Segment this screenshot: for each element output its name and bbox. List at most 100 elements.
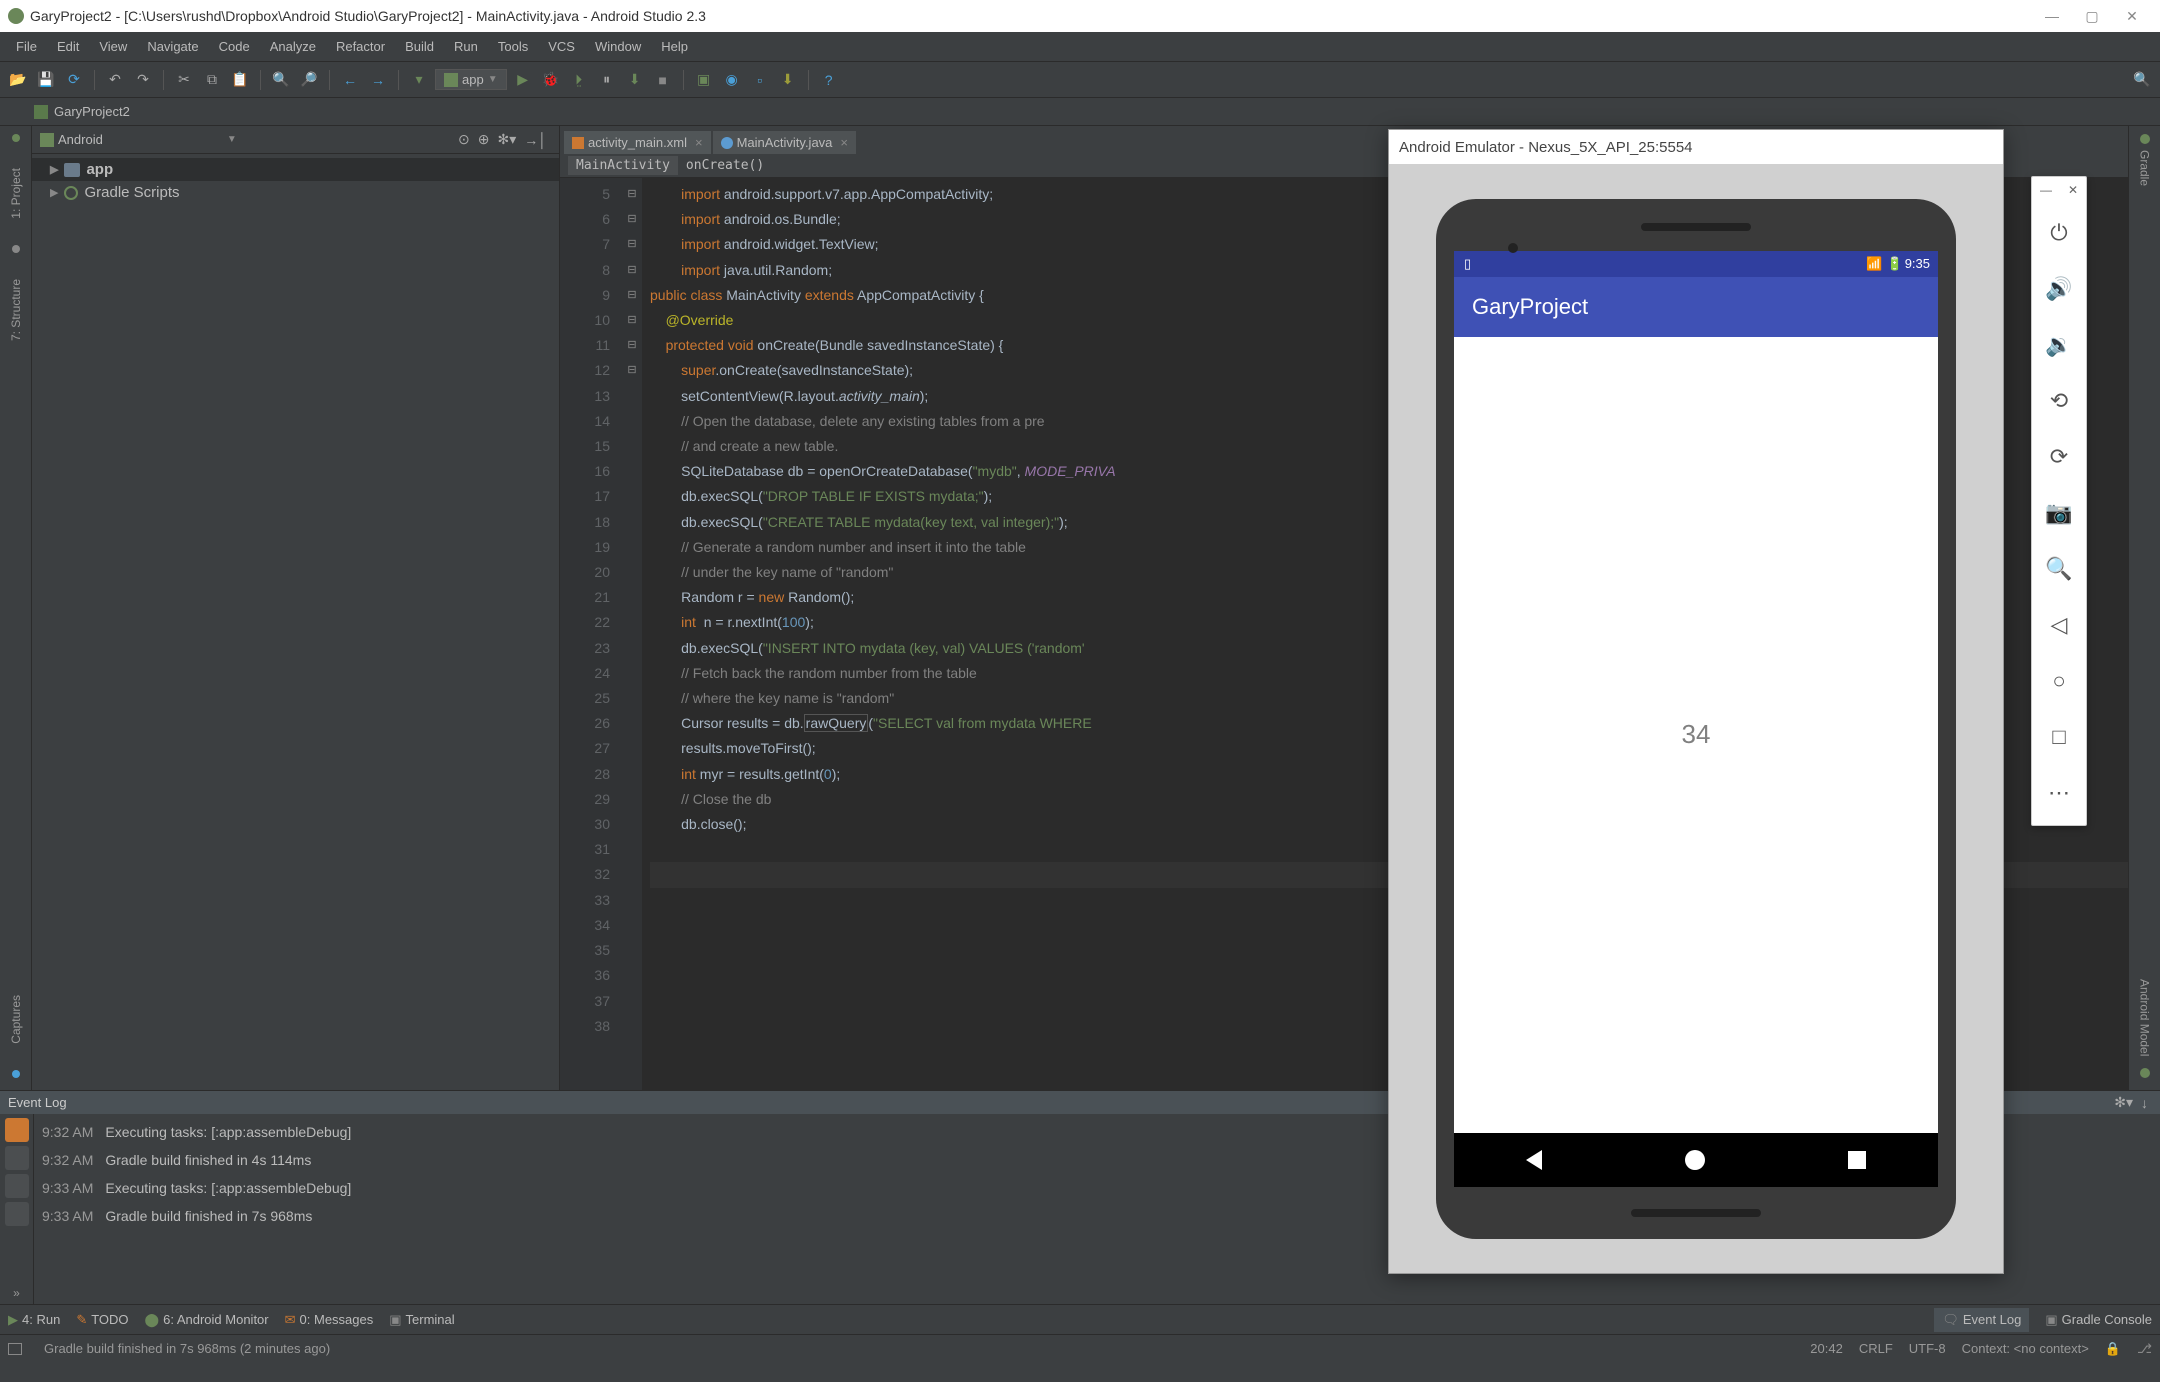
menu-navigate[interactable]: Navigate bbox=[137, 39, 208, 54]
tool-messages[interactable]: ✉0: Messages bbox=[285, 1312, 374, 1328]
crumb-method[interactable]: onCreate() bbox=[678, 156, 772, 175]
copy-icon[interactable]: ⧉ bbox=[200, 68, 224, 92]
hide-icon[interactable]: →│ bbox=[524, 132, 547, 148]
stop-icon[interactable]: ■ bbox=[651, 68, 675, 92]
undo-icon[interactable]: ↶ bbox=[103, 68, 127, 92]
menu-view[interactable]: View bbox=[89, 39, 137, 54]
deploy-icon[interactable]: ⬇ bbox=[623, 68, 647, 92]
search-icon[interactable]: 🔍 bbox=[2130, 68, 2154, 92]
tool-icon[interactable] bbox=[5, 1202, 29, 1226]
expand-icon[interactable]: ▶ bbox=[50, 163, 58, 176]
project-tree[interactable]: ▶ app ▶ Gradle Scripts bbox=[32, 154, 559, 1090]
tree-item-app[interactable]: ▶ app bbox=[32, 158, 559, 181]
nav-home-icon[interactable] bbox=[1685, 1150, 1705, 1170]
menu-refactor[interactable]: Refactor bbox=[326, 39, 395, 54]
make-icon[interactable]: ▾ bbox=[407, 68, 431, 92]
crumb-class[interactable]: MainActivity bbox=[568, 156, 678, 175]
close-button[interactable]: ✕ bbox=[2112, 8, 2152, 25]
close-tab-icon[interactable]: × bbox=[840, 135, 848, 150]
tool-android-monitor[interactable]: ⬤6: Android Monitor bbox=[145, 1312, 269, 1328]
tree-item-label: Gradle Scripts bbox=[84, 184, 179, 201]
sdk-icon[interactable]: ▫ bbox=[748, 68, 772, 92]
tool-icon[interactable] bbox=[5, 1174, 29, 1198]
app-icon bbox=[8, 8, 24, 24]
menu-help[interactable]: Help bbox=[651, 39, 698, 54]
tree-item-gradle[interactable]: ▶ Gradle Scripts bbox=[32, 181, 559, 204]
tool-event-log[interactable]: 🗨Event Log bbox=[1934, 1308, 2029, 1332]
tool-captures[interactable]: Captures bbox=[7, 989, 25, 1050]
breadcrumb-root[interactable]: GaryProject2 bbox=[54, 104, 130, 119]
back-icon[interactable]: ← bbox=[338, 68, 362, 92]
menu-run[interactable]: Run bbox=[444, 39, 488, 54]
label: Event Log bbox=[1963, 1312, 2022, 1327]
run-icon[interactable]: ▶ bbox=[511, 68, 535, 92]
right-tool-tabs: Gradle Android Model bbox=[2128, 126, 2160, 1090]
tool-terminal[interactable]: ▣Terminal bbox=[389, 1312, 454, 1328]
tab-activity-main[interactable]: activity_main.xml × bbox=[564, 131, 711, 154]
tab-main-activity[interactable]: MainActivity.java × bbox=[713, 131, 856, 154]
label: Terminal bbox=[406, 1312, 455, 1327]
tool-gradle[interactable]: Gradle bbox=[2136, 144, 2154, 192]
tool-run[interactable]: ▶4: Run bbox=[8, 1312, 60, 1328]
forward-icon[interactable]: → bbox=[366, 68, 390, 92]
layout-inspector-icon[interactable]: ▣ bbox=[692, 68, 716, 92]
info-icon[interactable] bbox=[5, 1118, 29, 1142]
settings-icon[interactable]: ✻▾ bbox=[2114, 1094, 2133, 1111]
replace-icon[interactable]: 🔎 bbox=[297, 68, 321, 92]
fold-gutter[interactable]: ⊟ ⊟ ⊟ ⊟⊟ ⊟ ⊟⊟ bbox=[622, 178, 642, 1090]
status-context[interactable]: Context: <no context> bbox=[1962, 1341, 2089, 1356]
tool-todo[interactable]: ✎TODO bbox=[76, 1312, 128, 1328]
project-view-selector[interactable]: Android ▼ bbox=[40, 132, 237, 147]
profile-icon[interactable]: ⏵̤ bbox=[567, 68, 591, 92]
expand-icon[interactable]: ▶ bbox=[50, 186, 58, 199]
menu-bar: File Edit View Navigate Code Analyze Ref… bbox=[0, 32, 2160, 62]
minimize-button[interactable]: — bbox=[2032, 8, 2072, 24]
paste-icon[interactable]: 📋 bbox=[228, 68, 252, 92]
tool-icon[interactable] bbox=[5, 1146, 29, 1170]
scroll-to-icon[interactable]: ⊕ bbox=[478, 131, 490, 148]
help-icon[interactable]: ? bbox=[817, 68, 841, 92]
debug-icon[interactable]: 🐞 bbox=[539, 68, 563, 92]
open-icon[interactable]: 📂 bbox=[6, 68, 30, 92]
avd-icon[interactable]: ◉ bbox=[720, 68, 744, 92]
settings-icon[interactable]: ✻▾ bbox=[497, 131, 516, 148]
git-icon[interactable]: ⎇ bbox=[2137, 1341, 2152, 1357]
redo-icon[interactable]: ↷ bbox=[131, 68, 155, 92]
statusbar-icon[interactable] bbox=[8, 1343, 22, 1355]
indicator-icon bbox=[2140, 1068, 2150, 1078]
menu-edit[interactable]: Edit bbox=[47, 39, 89, 54]
os-titlebar: GaryProject2 - [C:\Users\rushd\Dropbox\A… bbox=[0, 0, 2160, 32]
java-file-icon bbox=[721, 137, 733, 149]
tool-structure[interactable]: 7: Structure bbox=[7, 273, 25, 347]
status-encoding[interactable]: UTF-8 bbox=[1909, 1341, 1946, 1356]
menu-analyze[interactable]: Analyze bbox=[260, 39, 326, 54]
menu-code[interactable]: Code bbox=[209, 39, 260, 54]
menu-build[interactable]: Build bbox=[395, 39, 444, 54]
nav-recent-icon[interactable] bbox=[1848, 1151, 1866, 1169]
attach-icon[interactable]: ⏸ bbox=[595, 68, 619, 92]
menu-vcs[interactable]: VCS bbox=[538, 39, 585, 54]
tool-project[interactable]: 1: Project bbox=[7, 162, 25, 225]
status-crlf[interactable]: CRLF bbox=[1859, 1341, 1893, 1356]
nav-back-icon[interactable] bbox=[1526, 1150, 1542, 1170]
collapse-icon[interactable]: ⊙ bbox=[458, 131, 470, 148]
tool-gradle-console[interactable]: ▣Gradle Console bbox=[2045, 1312, 2152, 1328]
maximize-button[interactable]: ▢ bbox=[2072, 8, 2112, 25]
project-panel-header: Android ▼ ⊙ ⊕ ✻▾ →│ bbox=[32, 126, 559, 154]
download-icon[interactable]: ⬇ bbox=[776, 68, 800, 92]
menu-file[interactable]: File bbox=[6, 39, 47, 54]
close-tab-icon[interactable]: × bbox=[695, 135, 703, 150]
hide-icon[interactable]: ↓ bbox=[2141, 1095, 2148, 1111]
collapse-icon[interactable]: » bbox=[13, 1286, 20, 1300]
save-icon[interactable]: 💾 bbox=[34, 68, 58, 92]
label: Gradle Console bbox=[2062, 1312, 2152, 1327]
menu-window[interactable]: Window bbox=[585, 39, 651, 54]
menu-tools[interactable]: Tools bbox=[488, 39, 538, 54]
run-config-selector[interactable]: app ▼ bbox=[435, 69, 507, 90]
find-icon[interactable]: 🔍 bbox=[269, 68, 293, 92]
sync-icon[interactable]: ⟳ bbox=[62, 68, 86, 92]
cut-icon[interactable]: ✂ bbox=[172, 68, 196, 92]
lock-icon[interactable]: 🔒 bbox=[2105, 1341, 2121, 1357]
tool-android-model[interactable]: Android Model bbox=[2136, 973, 2154, 1062]
project-icon bbox=[34, 105, 48, 119]
